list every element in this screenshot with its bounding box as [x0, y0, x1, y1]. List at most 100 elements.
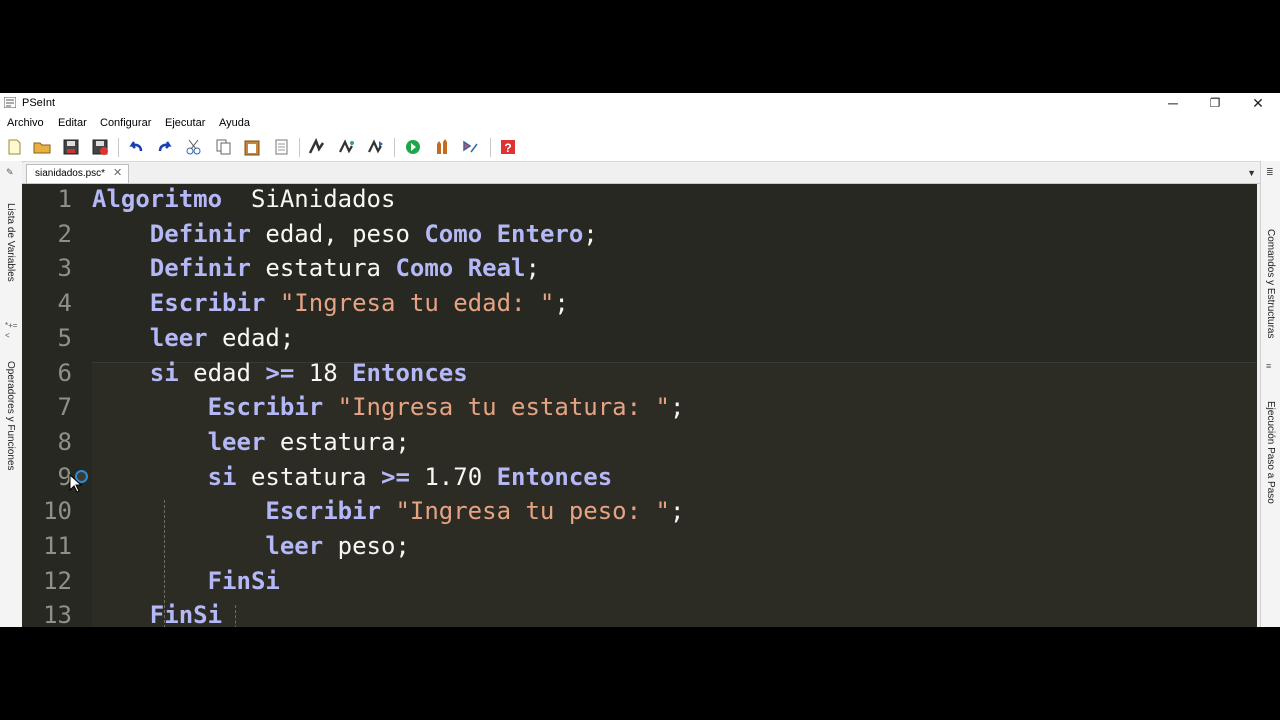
save-as-icon[interactable] — [90, 138, 110, 156]
indent-guide — [235, 605, 236, 627]
tab-close-icon[interactable]: ✕ — [113, 167, 122, 179]
copy-icon[interactable] — [213, 138, 233, 156]
step-execution-icon: ≡ — [1266, 361, 1272, 371]
keyword-token: Definir — [149, 254, 251, 283]
code-line[interactable]: 5 leer edad; — [22, 321, 1257, 356]
keyword-token: Escribir — [149, 289, 266, 318]
paste-icon[interactable] — [242, 138, 262, 156]
pseint-window: PSeInt ─ ❐ ✕ Archivo Editar Configurar E… — [0, 93, 1280, 627]
code-line[interactable]: 1 Algoritmo SiAnidados — [22, 184, 1257, 217]
indent-icon[interactable] — [307, 138, 327, 156]
tab-operadores-y-funciones[interactable]: Operadores y Funciones — [5, 361, 16, 471]
code-text: Algoritmo SiAnidados — [92, 184, 395, 217]
menu-editar[interactable]: Editar — [58, 117, 87, 129]
menu-ejecutar[interactable]: Ejecutar — [165, 117, 205, 129]
code-line[interactable]: 3 Definir estatura Como Real; — [22, 251, 1257, 286]
code-line[interactable]: 13 FinSi — [22, 598, 1257, 627]
code-text: FinSi — [92, 598, 222, 627]
operators-icon: *+=< — [5, 321, 18, 340]
code-token: ; — [525, 254, 540, 283]
indent-guide — [164, 500, 165, 627]
undo-icon[interactable] — [126, 138, 146, 156]
keyword-token: >= — [265, 358, 295, 387]
code-text: leer estatura; — [92, 425, 410, 460]
keyword-token: Como — [424, 219, 483, 248]
debug-icon[interactable] — [461, 138, 481, 156]
menu-archivo[interactable]: Archivo — [7, 117, 44, 129]
maximize-button[interactable]: ❐ — [1195, 93, 1235, 113]
help-icon[interactable]: ? — [498, 138, 518, 156]
keyword-token: Como — [395, 254, 454, 283]
save-icon[interactable] — [61, 138, 81, 156]
keyword-token: FinSi — [149, 601, 223, 627]
code-token: ; — [669, 497, 685, 526]
tab-comandos-y-estructuras[interactable]: Comandos y Estructuras — [1265, 229, 1276, 339]
code-line[interactable]: 12 FinSi — [22, 564, 1257, 599]
edit-list-icon[interactable] — [271, 138, 291, 156]
line-number: 10 — [43, 497, 72, 526]
close-window-button[interactable]: ✕ — [1238, 93, 1278, 113]
tab-filename: sianidados.psc* — [35, 168, 106, 179]
keyword-token: Escribir — [265, 497, 381, 526]
tab-dropdown-icon[interactable]: ▼ — [1247, 168, 1256, 178]
code-line[interactable]: 10 Escribir "Ingresa tu peso: "; — [22, 494, 1257, 529]
cut-icon[interactable] — [184, 138, 204, 156]
mouse-cursor-icon — [69, 474, 83, 493]
line-number: 9 — [57, 462, 72, 491]
toolbar-separator — [394, 138, 395, 157]
line-number: 12 — [43, 566, 72, 595]
redo-icon[interactable] — [155, 138, 175, 156]
menu-configurar[interactable]: Configurar — [100, 117, 151, 129]
open-file-icon[interactable] — [32, 138, 52, 156]
search-icon[interactable] — [337, 138, 357, 156]
code-text: Escribir "Ingresa tu peso: "; — [92, 494, 684, 529]
line-number: 4 — [57, 289, 72, 318]
keyword-token: Definir — [149, 219, 251, 248]
code-text: FinSi — [92, 564, 280, 599]
keyword-token: Real — [467, 254, 526, 283]
line-number: 6 — [57, 358, 72, 387]
keyword-token: >= — [381, 462, 410, 491]
code-line[interactable]: 11 leer peso; — [22, 529, 1257, 564]
svg-text:?: ? — [504, 141, 511, 155]
tab-lista-de-variables[interactable]: Lista de Variables — [5, 203, 16, 282]
code-line[interactable]: 7 Escribir "Ingresa tu estatura: "; — [22, 390, 1257, 425]
menu-ayuda[interactable]: Ayuda — [219, 117, 250, 129]
new-file-icon[interactable] — [4, 138, 24, 156]
toolbar-separator — [490, 138, 491, 157]
code-text: leer peso; — [92, 529, 410, 564]
code-text: Definir estatura Como Real; — [92, 251, 540, 286]
code-token: ; — [669, 393, 685, 422]
right-side-panel: ≣ Comandos y Estructuras ≡ Ejecución Pas… — [1260, 161, 1280, 627]
code-line[interactable]: 4 Escribir "Ingresa tu edad: "; — [22, 286, 1257, 321]
code-line[interactable]: 6 si edad >= 18 Entonces — [22, 356, 1257, 391]
toolbar-separator — [118, 138, 119, 157]
code-token: ; — [583, 219, 598, 248]
code-token: 18 — [294, 358, 353, 387]
code-token: estatura — [250, 254, 396, 283]
code-token: estatura; — [265, 427, 410, 456]
code-line[interactable]: 9 si estatura >= 1.70 Entonces — [22, 460, 1257, 495]
code-token: edad; — [207, 323, 295, 352]
code-line[interactable]: 8 leer estatura; — [22, 425, 1257, 460]
tab-ejecucion-paso-a-paso[interactable]: Ejecución Paso a Paso — [1265, 401, 1276, 504]
line-number: 5 — [57, 323, 72, 352]
find-next-icon[interactable] — [366, 138, 386, 156]
minimize-button[interactable]: ─ — [1153, 93, 1193, 113]
code-token: edad, peso — [250, 219, 425, 248]
code-token: SiAnidados — [222, 185, 396, 213]
code-line[interactable]: 2 Definir edad, peso Como Entero; — [22, 217, 1257, 252]
code-editor[interactable]: 1 Algoritmo SiAnidados 2 Definir edad, pes… — [22, 184, 1257, 627]
tab-sianidados[interactable]: sianidados.psc* ✕ — [26, 164, 130, 183]
run-icon[interactable] — [403, 138, 423, 156]
commands-icon: ≣ — [1266, 167, 1274, 177]
step-run-icon[interactable] — [432, 138, 452, 156]
